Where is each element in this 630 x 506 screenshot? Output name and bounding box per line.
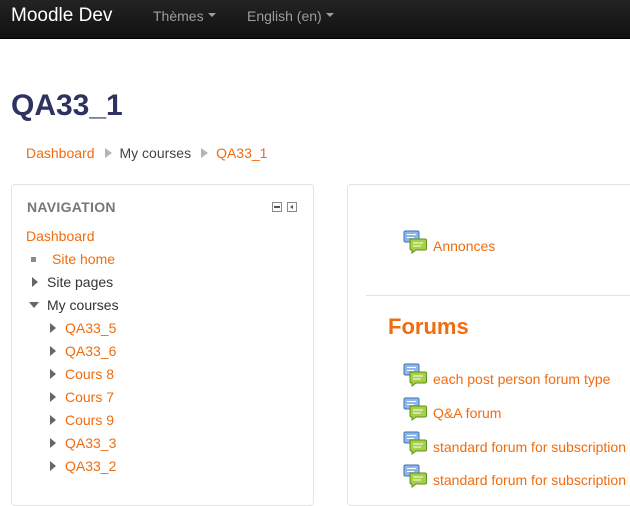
forum-icon bbox=[403, 230, 427, 254]
chevron-down-icon bbox=[325, 13, 334, 18]
nav-item-my-courses[interactable]: My courses bbox=[29, 297, 119, 313]
activity-forum[interactable]: Q&A forum bbox=[433, 405, 501, 421]
block-hide-icon[interactable] bbox=[272, 202, 282, 212]
expand-arrow-icon[interactable] bbox=[32, 277, 38, 287]
activity-link[interactable]: each post person forum type bbox=[433, 371, 610, 387]
nav-item-course[interactable]: Cours 9 bbox=[50, 412, 114, 428]
themes-menu[interactable]: Thèmes bbox=[153, 8, 216, 24]
language-menu-label: English (en) bbox=[247, 8, 322, 24]
breadcrumb-course[interactable]: QA33_1 bbox=[216, 145, 267, 161]
expand-arrow-icon[interactable] bbox=[50, 461, 56, 471]
nav-item-site-home[interactable]: Site home bbox=[31, 251, 115, 267]
navigation-block-title: NAVIGATION bbox=[27, 199, 116, 215]
nav-item-course[interactable]: QA33_2 bbox=[50, 458, 116, 474]
themes-menu-label: Thèmes bbox=[153, 8, 204, 24]
chevron-down-icon bbox=[207, 13, 216, 18]
nav-item-site-pages[interactable]: Site pages bbox=[32, 274, 113, 290]
nav-item-course[interactable]: QA33_5 bbox=[50, 320, 116, 336]
forum-icon bbox=[403, 397, 427, 421]
block-dock-icon[interactable] bbox=[287, 202, 297, 212]
collapse-arrow-icon[interactable] bbox=[29, 302, 39, 308]
bullet-icon bbox=[31, 257, 36, 262]
nav-item-label[interactable]: Cours 9 bbox=[65, 412, 114, 428]
expand-arrow-icon[interactable] bbox=[50, 392, 56, 402]
nav-item-label[interactable]: QA33_2 bbox=[65, 458, 116, 474]
nav-item-dashboard[interactable]: Dashboard bbox=[26, 228, 95, 244]
nav-item-label[interactable]: Dashboard bbox=[26, 228, 95, 244]
nav-item-course[interactable]: QA33_6 bbox=[50, 343, 116, 359]
forum-icon bbox=[403, 464, 427, 488]
nav-item-label[interactable]: QA33_3 bbox=[65, 435, 116, 451]
activity-link[interactable]: standard forum for subscription bbox=[433, 439, 626, 455]
nav-item-course[interactable]: Cours 7 bbox=[50, 389, 114, 405]
top-navbar: Moodle Dev Thèmes English (en) bbox=[0, 0, 630, 39]
nav-item-label[interactable]: QA33_5 bbox=[65, 320, 116, 336]
nav-item-label: Site pages bbox=[47, 274, 114, 290]
language-menu[interactable]: English (en) bbox=[247, 8, 334, 24]
breadcrumb-my-courses: My courses bbox=[119, 145, 192, 161]
activity-link[interactable]: standard forum for subscription bbox=[433, 472, 626, 488]
nav-item-label[interactable]: Cours 7 bbox=[65, 389, 114, 405]
expand-arrow-icon[interactable] bbox=[50, 346, 56, 356]
nav-item-label[interactable]: Cours 8 bbox=[65, 366, 114, 382]
nav-item-label[interactable]: QA33_6 bbox=[65, 343, 116, 359]
course-content bbox=[347, 184, 630, 506]
expand-arrow-icon[interactable] bbox=[50, 369, 56, 379]
breadcrumb-dashboard[interactable]: Dashboard bbox=[26, 145, 95, 161]
section-divider bbox=[366, 295, 630, 296]
activity-forum[interactable]: standard forum for subscription bbox=[433, 472, 626, 488]
activity-link[interactable]: Q&A forum bbox=[433, 405, 501, 421]
activity-announcements[interactable]: Annonces bbox=[433, 238, 495, 254]
activity-forum[interactable]: standard forum for subscription bbox=[433, 439, 626, 455]
page-title: QA33_1 bbox=[11, 89, 123, 122]
activity-forum[interactable]: each post person forum type bbox=[433, 371, 610, 387]
forum-icon bbox=[403, 363, 427, 387]
nav-item-label: My courses bbox=[47, 297, 119, 313]
nav-item-course[interactable]: Cours 8 bbox=[50, 366, 114, 382]
breadcrumb-separator-icon bbox=[201, 148, 209, 158]
nav-item-label[interactable]: Site home bbox=[52, 251, 115, 267]
expand-arrow-icon[interactable] bbox=[50, 438, 56, 448]
nav-item-course[interactable]: QA33_3 bbox=[50, 435, 116, 451]
site-brand[interactable]: Moodle Dev bbox=[11, 5, 112, 27]
section-title: Forums bbox=[388, 314, 469, 339]
forum-icon bbox=[403, 431, 427, 455]
expand-arrow-icon[interactable] bbox=[50, 415, 56, 425]
expand-arrow-icon[interactable] bbox=[50, 323, 56, 333]
activity-link[interactable]: Annonces bbox=[433, 238, 495, 254]
breadcrumb: Dashboard My courses QA33_1 bbox=[26, 145, 267, 161]
breadcrumb-separator-icon bbox=[104, 148, 112, 158]
